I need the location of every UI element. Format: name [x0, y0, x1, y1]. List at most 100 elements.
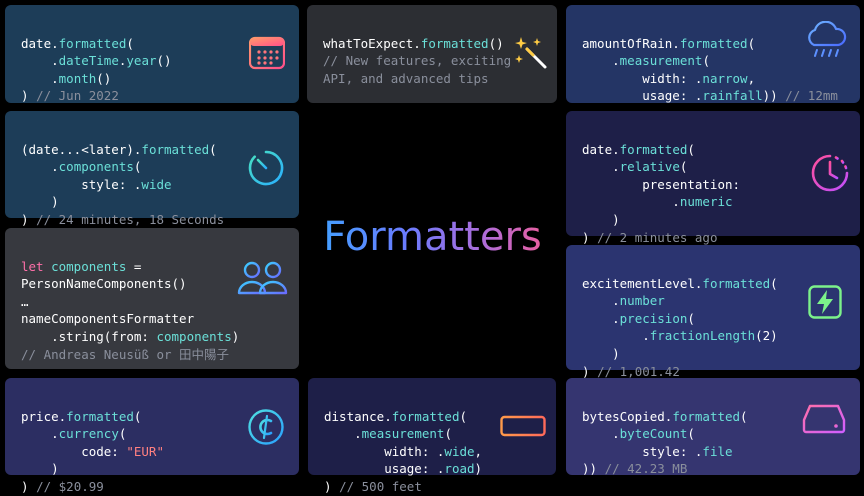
code-method: relative	[619, 159, 680, 175]
code-method: formatted	[672, 408, 741, 424]
code-text: )	[231, 328, 240, 344]
code-text: ))	[762, 88, 786, 104]
code-text: )	[582, 229, 598, 245]
code-method: formatted	[679, 35, 748, 51]
code-variable: components	[156, 328, 232, 344]
code-text: .string(from:	[21, 328, 157, 344]
code-method: precision	[619, 310, 688, 326]
code-text: (	[118, 426, 127, 442]
code-text: bytesCopied.	[582, 408, 673, 424]
code-comment: // Andreas Neusüß or 田中陽子	[21, 346, 230, 362]
code-comment: // 12mm	[785, 88, 838, 104]
code-comment: // Jun 2022	[36, 88, 119, 104]
code-method: number	[619, 293, 665, 309]
code-text: ()	[488, 35, 504, 51]
code-text: .	[582, 159, 620, 175]
code-text: ,	[747, 70, 756, 86]
people-icon	[237, 261, 288, 295]
code-text: style: .	[582, 443, 703, 459]
code-text: .	[582, 53, 620, 69]
code-text: )	[21, 461, 59, 477]
code-method: measurement	[619, 53, 703, 69]
timer-icon	[248, 150, 284, 186]
code-text: (	[702, 53, 710, 69]
code-text: )	[582, 211, 620, 227]
code-text: (	[459, 408, 467, 424]
code-text: )	[474, 461, 483, 477]
code-text: (	[679, 159, 688, 175]
card-price-currency: price.formatted( .currency( code: "EUR" …	[5, 378, 299, 494]
code-method: wide	[141, 176, 172, 192]
code-text: (	[687, 310, 695, 326]
code-text: date.	[21, 35, 59, 51]
code-text: (	[747, 35, 756, 51]
code-method: dateTime	[58, 53, 119, 69]
code-text: distance.	[324, 408, 392, 424]
clock-dashed-icon	[811, 154, 849, 192]
code-text: excitementLevel.	[582, 275, 703, 291]
code-text: .	[324, 426, 362, 442]
code-method: fractionLength	[649, 328, 756, 344]
code-text: (date...<later).	[21, 141, 142, 157]
code-text: .	[582, 194, 680, 210]
card-amount-of-rain: amountOfRain.formatted( .measurement( wi…	[566, 5, 860, 103]
code-text: )	[582, 363, 598, 379]
code-text: =	[126, 258, 142, 274]
code-method: numeric	[679, 194, 733, 210]
page-title: Formatters	[300, 214, 565, 260]
code-method: formatted	[66, 408, 134, 424]
ruler-icon	[500, 415, 546, 437]
code-text: (	[133, 408, 142, 424]
code-text: usage: .	[582, 88, 703, 104]
code-text: (	[133, 159, 142, 175]
code-text: ,	[474, 443, 483, 459]
code-text: width: .	[324, 443, 445, 459]
code-comment: // $20.99	[36, 478, 104, 494]
code-text: .	[582, 426, 620, 442]
code-text: .	[21, 53, 59, 69]
code-text: .	[582, 293, 620, 309]
code-method: narrow	[702, 70, 748, 86]
code-text: .	[21, 426, 59, 442]
code-variable: components	[51, 258, 127, 274]
code-text: (	[770, 275, 778, 291]
card-person-name-components: let components = PersonNameComponents() …	[5, 228, 299, 369]
code-method: formatted	[391, 408, 460, 424]
code-text: amountOfRain.	[582, 35, 680, 51]
code-text: …	[21, 293, 29, 309]
card-excitement-level: excitementLevel.formatted( .number .prec…	[566, 245, 860, 379]
cloud-rain-icon	[808, 21, 847, 57]
code-method: formatted	[141, 141, 210, 157]
drive-icon	[802, 404, 846, 434]
code-text: )	[21, 478, 37, 494]
code-text: .	[21, 159, 59, 175]
code-text: (	[444, 426, 452, 442]
code-text: (2)	[755, 328, 778, 344]
code-text: presentation:	[582, 176, 741, 192]
code-text: ()	[96, 70, 112, 86]
card-bytes-copied: bytesCopied.formatted( .byteCount( style…	[566, 378, 860, 477]
code-text: ))	[582, 461, 605, 477]
code-text: .	[582, 328, 650, 344]
bolt-icon	[808, 285, 842, 319]
code-text: width: .	[582, 70, 703, 86]
code-comment: API, and advanced tips	[323, 70, 489, 86]
code-comment: // 42.23 MB	[604, 461, 688, 477]
code-text: (	[209, 141, 217, 157]
code-text: )	[582, 345, 620, 361]
cedi-sign-icon	[248, 409, 284, 445]
code-text: price.	[21, 408, 67, 424]
code-text: )	[324, 478, 340, 494]
calendar-icon	[249, 36, 285, 70]
code-text: (	[687, 141, 695, 157]
code-comment: // 2 minutes ago	[597, 229, 718, 245]
code-text: (	[126, 35, 134, 51]
code-text: nameComponentsFormatter	[21, 311, 195, 327]
code-method: formatted	[702, 275, 771, 291]
code-text: (	[687, 426, 695, 442]
card-distance-measurement: distance.formatted( .measurement( width:…	[308, 378, 556, 494]
code-text: PersonNameComponents()	[21, 276, 187, 292]
code-text: usage: .	[324, 461, 445, 477]
code-method: road	[444, 461, 475, 477]
code-method: components	[58, 159, 134, 175]
